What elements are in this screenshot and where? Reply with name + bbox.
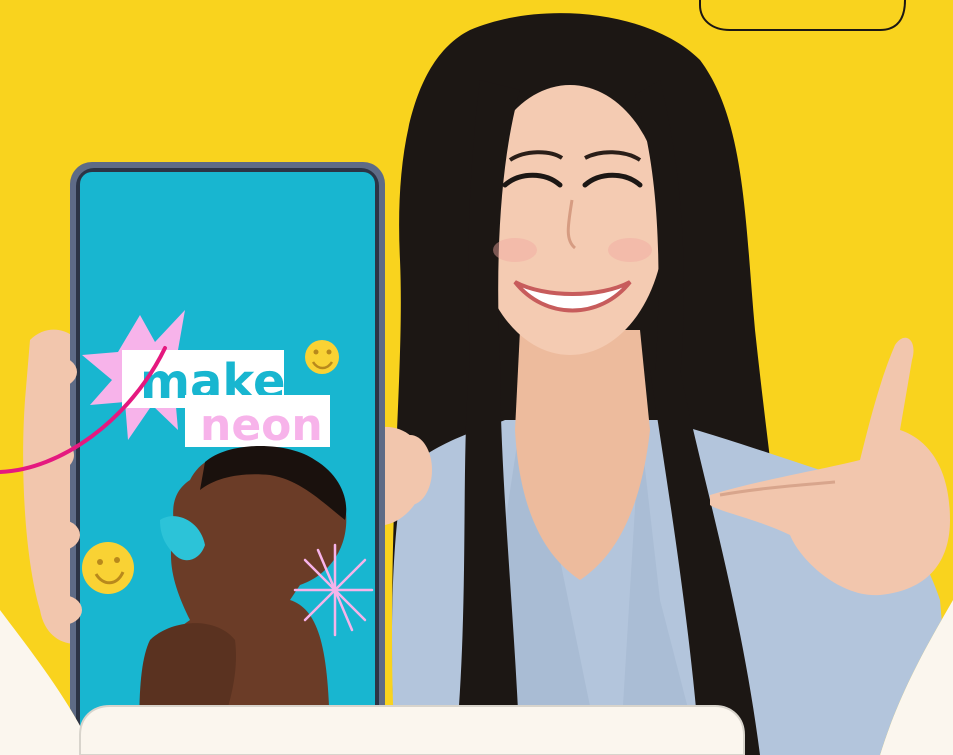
hero-image-stage: make neon	[0, 0, 953, 755]
smiley-icon	[82, 542, 134, 594]
smiley-icon	[305, 340, 339, 374]
photo-blob: make neon	[0, 0, 953, 755]
neon-label-text: neon	[200, 400, 323, 451]
bottom-card	[79, 705, 745, 755]
hero-illustration: make neon	[0, 0, 953, 755]
